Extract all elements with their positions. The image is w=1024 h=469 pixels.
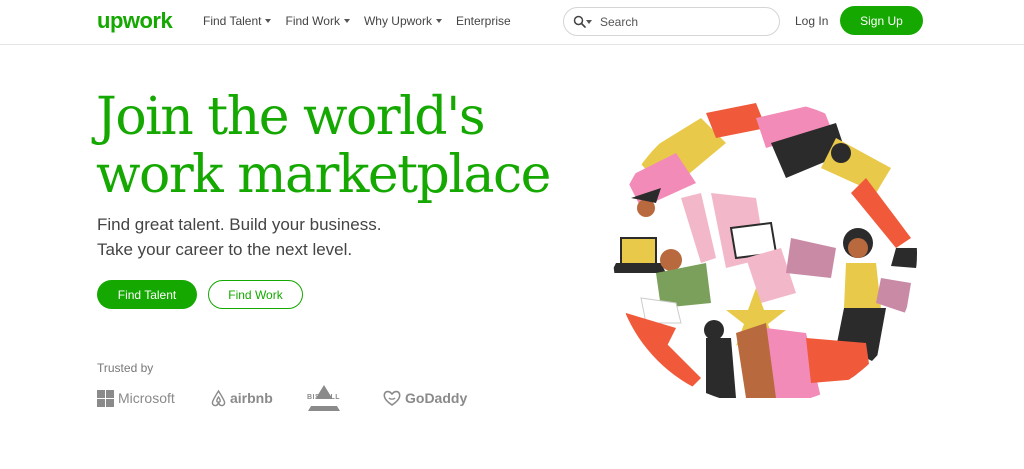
upwork-logo[interactable]: upwork: [97, 8, 173, 34]
chevron-down-icon: [435, 19, 442, 23]
microsoft-logo: Microsoft: [97, 384, 175, 412]
main-nav: Find Talent Find Work Why Upwork Enterpr…: [203, 14, 525, 28]
godaddy-heart-icon: [383, 390, 401, 406]
nav-find-work[interactable]: Find Work: [285, 14, 350, 28]
search-bar: [563, 7, 780, 36]
search-type-chevron-down-icon[interactable]: [586, 20, 592, 24]
microsoft-squares-icon: [97, 389, 114, 407]
nav-enterprise[interactable]: Enterprise: [456, 14, 511, 28]
find-talent-button[interactable]: Find Talent: [97, 280, 197, 309]
nav-why-upwork-label: Why Upwork: [363, 14, 432, 28]
nav-find-talent-label: Find Talent: [203, 14, 262, 28]
chevron-down-icon: [343, 19, 350, 23]
godaddy-logo: GoDaddy: [382, 384, 467, 412]
chevron-down-icon: [265, 19, 272, 23]
login-link[interactable]: Log In: [795, 14, 828, 28]
nav-why-upwork[interactable]: Why Upwork: [364, 14, 442, 28]
hero-headline-line1: Join the world's: [96, 87, 486, 147]
hero-subtitle-line1: Find great talent. Build your business.: [97, 215, 382, 234]
nav-find-talent[interactable]: Find Talent: [203, 14, 272, 28]
airbnb-logo-text: airbnb: [230, 390, 273, 406]
microsoft-logo-text: Microsoft: [118, 390, 175, 406]
hero-headline-line2: work marketplace: [96, 145, 551, 205]
nav-enterprise-label: Enterprise: [455, 14, 511, 28]
nav-find-work-label: Find Work: [285, 14, 340, 28]
people-circle-illustration: [613, 103, 917, 398]
hero-subtitle: Find great talent. Build your business. …: [97, 212, 381, 262]
airbnb-logo: airbnb: [210, 384, 273, 412]
find-work-button[interactable]: Find Work: [208, 280, 303, 309]
bissell-logo-text: BISSELL: [307, 394, 341, 401]
hero-headline: Join the world's work marketplace: [96, 88, 616, 204]
search-icon[interactable]: [573, 15, 586, 33]
top-navbar: upwork Find Talent Find Work Why Upwork …: [0, 0, 1024, 45]
signup-button[interactable]: Sign Up: [840, 6, 923, 35]
trusted-by-label: Trusted by: [97, 361, 154, 375]
godaddy-logo-text: GoDaddy: [405, 390, 468, 406]
hero-subtitle-line2: Take your career to the next level.: [97, 240, 353, 259]
airbnb-belo-icon: [211, 389, 226, 407]
bissell-logo: BISSELL: [305, 384, 343, 412]
search-input[interactable]: [600, 14, 770, 30]
hero-illustration: [606, 98, 924, 408]
